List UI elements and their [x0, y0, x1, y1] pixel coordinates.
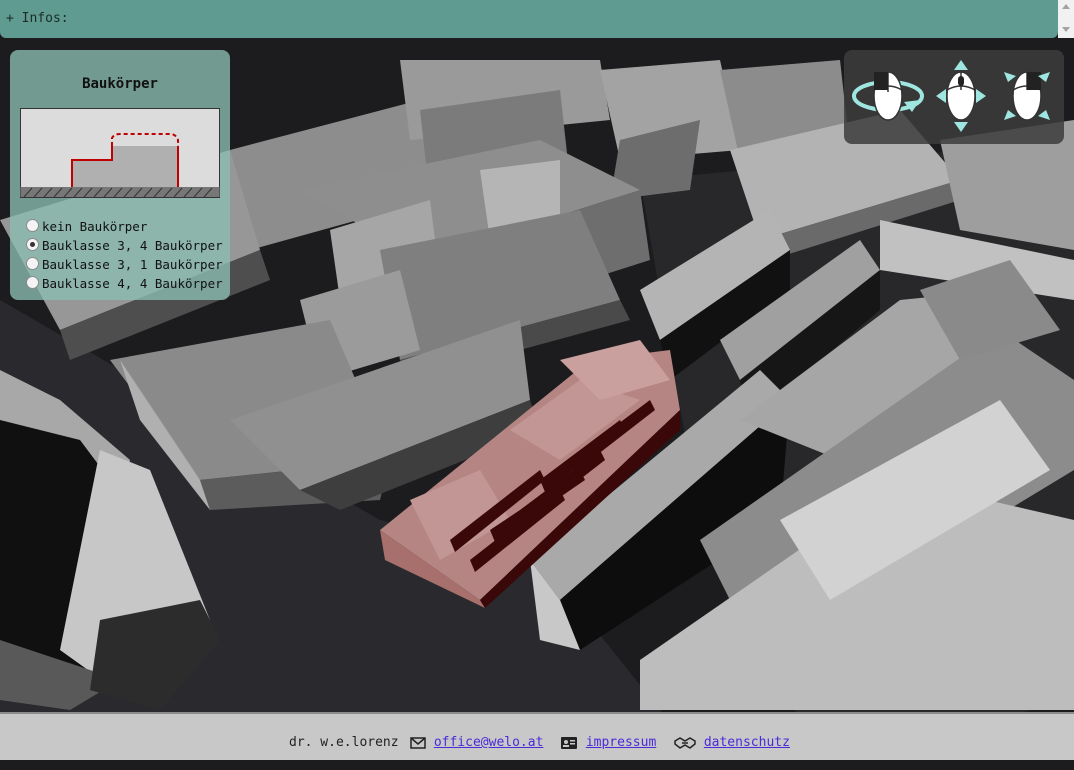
mouse-controls-graphic — [852, 60, 1050, 132]
radio-icon[interactable] — [26, 257, 39, 270]
option-label: Bauklasse 3, 1 Baukörper — [42, 257, 223, 272]
pan-mouse-icon — [936, 60, 986, 132]
navigation-help-panel — [844, 50, 1064, 144]
id-card-icon — [561, 736, 577, 749]
option-label: kein Baukörper — [42, 219, 148, 234]
envelope-icon — [410, 736, 426, 749]
option-label: Bauklasse 4, 4 Baukörper — [42, 276, 223, 291]
panel-title: Baukörper — [82, 76, 158, 92]
infos-toggle[interactable]: + Infos: — [0, 0, 1058, 38]
scrollbar[interactable] — [1058, 0, 1074, 38]
handshake-icon — [674, 736, 696, 749]
footer: dr. w.e.lorenz office@welo.at impressum … — [0, 712, 1074, 760]
impressum-link-group: impressum — [560, 734, 656, 752]
email-link[interactable]: office@welo.at — [434, 735, 544, 750]
radio-selected-icon[interactable] — [26, 238, 39, 251]
building-section-diagram — [20, 108, 220, 198]
option-label: Bauklasse 3, 4 Baukörper — [42, 238, 223, 253]
option-bauklasse-3-1[interactable]: Bauklasse 3, 1 Baukörper — [26, 256, 223, 274]
impressum-link[interactable]: impressum — [586, 735, 656, 750]
datenschutz-link[interactable]: datenschutz — [704, 735, 790, 750]
zoom-mouse-icon — [1004, 71, 1050, 121]
radio-icon[interactable] — [26, 276, 39, 289]
option-bauklasse-3-4[interactable]: Bauklasse 3, 4 Baukörper — [26, 237, 223, 255]
infos-label: + Infos: — [6, 11, 69, 26]
scroll-up-icon[interactable] — [1062, 4, 1070, 9]
radio-icon[interactable] — [26, 219, 39, 232]
datenschutz-link-group: datenschutz — [674, 734, 790, 752]
rotate-mouse-icon — [852, 71, 924, 121]
building-options-panel: Baukörper kein Baukörper Bauklasse 3, 4 … — [10, 50, 230, 300]
email-link-group: office@welo.at — [410, 734, 543, 752]
author-name: dr. w.e.lorenz — [289, 735, 399, 750]
scroll-down-icon[interactable] — [1062, 27, 1070, 32]
option-kein-baukoerper[interactable]: kein Baukörper — [26, 218, 147, 236]
option-bauklasse-4-4[interactable]: Bauklasse 4, 4 Baukörper — [26, 275, 223, 293]
